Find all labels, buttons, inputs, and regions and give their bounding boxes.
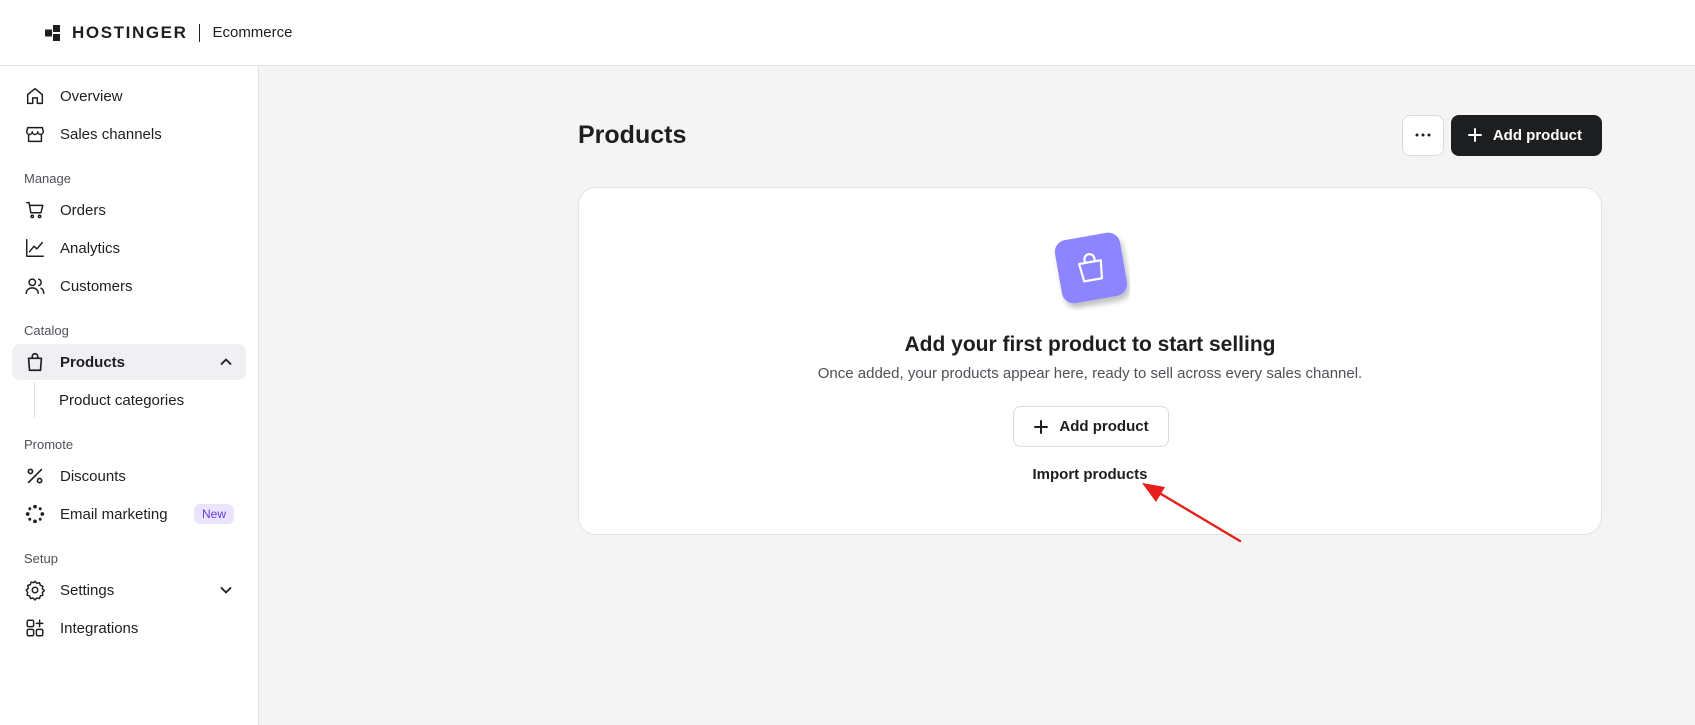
top-bar: HOSTINGER Ecommerce [0, 0, 1695, 66]
sidebar-item-label: Customers [60, 277, 133, 295]
section-label-setup: Setup [24, 551, 58, 566]
sidebar-item-label: Overview [60, 87, 123, 105]
sidebar-item-customers[interactable]: Customers [12, 268, 246, 304]
empty-state-card: Add your first product to start selling … [578, 187, 1602, 535]
chart-icon [24, 237, 46, 259]
sidebar-item-label: Analytics [60, 239, 121, 257]
sidebar-item-product-categories[interactable]: Product categories [34, 382, 246, 418]
section-label-manage: Manage [24, 171, 71, 186]
sparkle-icon [24, 503, 46, 525]
sidebar-item-integrations[interactable]: Integrations [12, 610, 246, 646]
more-horizontal-icon [1415, 133, 1431, 137]
store-icon [24, 123, 46, 145]
sidebar-item-label: Discounts [60, 467, 126, 485]
sidebar-item-label: Integrations [60, 619, 139, 637]
hostinger-logo-icon [45, 24, 60, 41]
sidebar-item-sales-channels[interactable]: Sales channels [12, 116, 246, 152]
add-product-button[interactable]: Add product [1450, 114, 1602, 156]
empty-state-title: Add your first product to start selling [904, 333, 1276, 356]
brand-name: HOSTINGER [72, 22, 188, 42]
sidebar-item-orders[interactable]: Orders [12, 192, 246, 228]
section-label-catalog: Catalog [24, 323, 69, 338]
page-title: Products [578, 120, 687, 149]
shopping-bag-illustration-icon [1054, 232, 1128, 304]
sidebar-item-label: Email marketing [60, 505, 168, 523]
chevron-down-icon[interactable] [218, 582, 234, 598]
plus-icon [1034, 419, 1049, 434]
cart-icon [24, 199, 46, 221]
empty-add-product-button[interactable]: Add product [1013, 406, 1169, 447]
brand-divider [199, 23, 201, 42]
page-header: Products Add product [578, 114, 1602, 156]
empty-state-subtitle: Once added, your products appear here, r… [817, 365, 1363, 382]
gear-icon [24, 579, 46, 601]
sidebar-item-settings[interactable]: Settings [12, 572, 246, 608]
header-actions: Add product [1401, 114, 1602, 156]
chevron-up-icon[interactable] [218, 354, 234, 370]
sidebar-item-overview[interactable]: Overview [12, 78, 246, 114]
brand-logo[interactable]: HOSTINGER Ecommerce [44, 23, 293, 43]
add-product-label: Add product [1492, 126, 1582, 144]
sidebar-item-discounts[interactable]: Discounts [12, 458, 246, 494]
sidebar: Overview Sales channels Manage Orders An… [0, 66, 259, 725]
home-icon [24, 85, 46, 107]
empty-add-product-label: Add product [1059, 418, 1149, 435]
percent-icon [24, 465, 46, 487]
new-badge: New [193, 504, 234, 524]
sidebar-item-email-marketing[interactable]: Email marketing New [12, 496, 246, 532]
more-options-button[interactable] [1401, 114, 1444, 156]
integrations-icon [24, 617, 46, 639]
sidebar-item-products[interactable]: Products [12, 344, 246, 380]
product-name: Ecommerce [212, 24, 293, 41]
plus-icon [1467, 128, 1482, 142]
sidebar-item-label: Sales channels [60, 125, 162, 143]
import-products-link-row: Import products [579, 466, 1601, 483]
section-label-promote: Promote [24, 437, 74, 452]
sidebar-item-label: Orders [60, 201, 106, 219]
users-icon [24, 275, 46, 297]
sidebar-item-label: Products [60, 353, 126, 371]
sidebar-item-analytics[interactable]: Analytics [12, 230, 246, 266]
import-products-link[interactable]: Import products [1033, 466, 1148, 483]
sidebar-item-label: Settings [60, 581, 115, 599]
bag-icon [24, 351, 46, 373]
